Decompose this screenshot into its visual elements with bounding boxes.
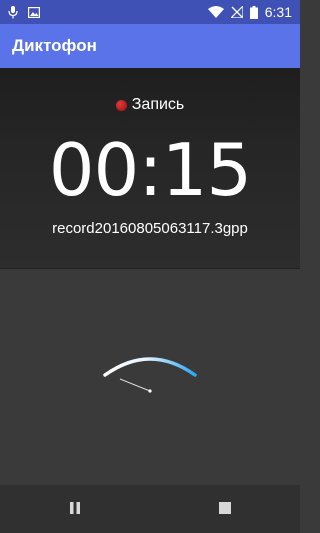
pause-icon	[68, 501, 82, 515]
app-bar: Диктофон	[0, 24, 300, 68]
recording-panel: Запись 00:15 record20160805063117.3gpp	[0, 68, 300, 268]
no-signal-icon	[230, 6, 243, 18]
recording-filename: record20160805063117.3gpp	[52, 220, 248, 237]
wifi-icon	[207, 6, 224, 18]
pause-button[interactable]	[60, 493, 90, 523]
controls-bar	[0, 485, 300, 533]
recording-status-label: Запись	[131, 96, 185, 113]
app-title: Диктофон	[12, 36, 97, 55]
status-right-icons: 6:31	[207, 4, 292, 20]
stop-button[interactable]	[210, 493, 240, 523]
status-left-icons	[8, 5, 40, 19]
battery-icon	[249, 5, 258, 19]
level-meter-area	[0, 269, 300, 485]
recording-status: Запись	[0, 96, 300, 114]
status-time: 6:31	[264, 4, 292, 20]
vu-meter-icon	[95, 349, 205, 404]
microphone-icon	[8, 5, 18, 19]
stop-icon	[218, 501, 232, 515]
image-icon	[28, 6, 40, 18]
elapsed-timer: 00:15	[48, 128, 253, 212]
status-bar: 6:31	[0, 0, 300, 24]
recording-indicator-icon	[115, 99, 127, 111]
